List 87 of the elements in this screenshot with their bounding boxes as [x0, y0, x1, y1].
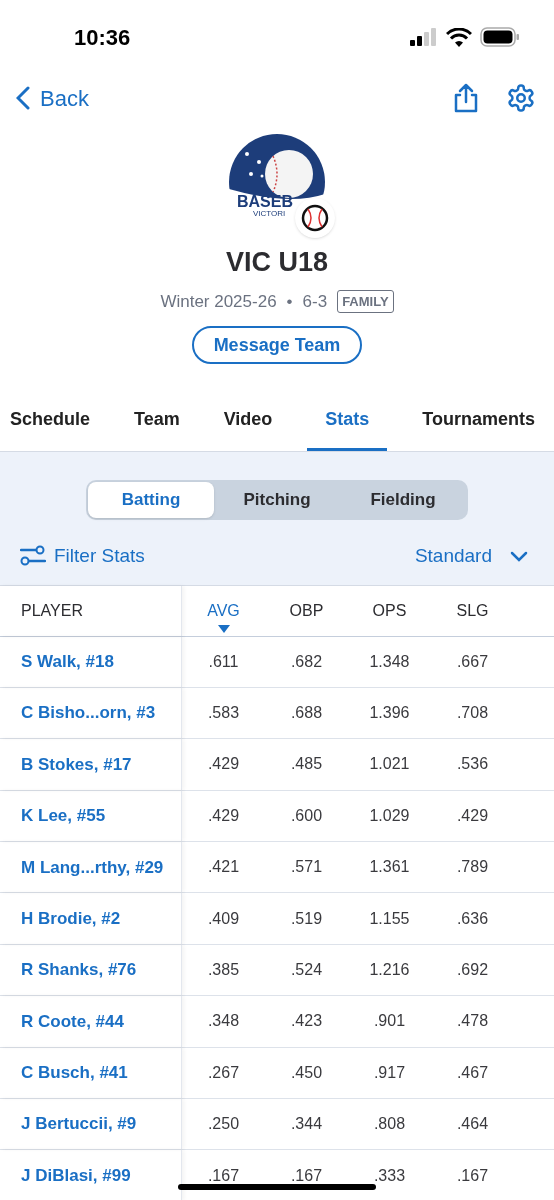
- stat-value: .348: [207, 1011, 240, 1032]
- status-time: 10:36: [74, 23, 131, 52]
- column-header[interactable]: OBP: [289, 588, 324, 623]
- stat-value: 1.396: [369, 703, 410, 724]
- settings-icon[interactable]: [506, 83, 536, 113]
- stat-value: .789: [456, 857, 489, 878]
- player-link[interactable]: H Brodie, #2: [21, 905, 121, 932]
- segment[interactable]: Pitching: [214, 482, 340, 518]
- signal-icon: [410, 28, 438, 46]
- battery-icon: [480, 27, 520, 47]
- view-dropdown[interactable]: Standard: [414, 542, 534, 571]
- tab[interactable]: Video: [214, 388, 282, 451]
- stat-value: 1.216: [369, 960, 410, 981]
- team-record: 6-3: [302, 290, 328, 313]
- player-link[interactable]: K Lee, #55: [21, 803, 106, 829]
- stat-value: .692: [456, 960, 489, 981]
- stat-value: .467: [456, 1062, 489, 1083]
- stat-value: 1.348: [369, 651, 410, 672]
- player-link[interactable]: J Bertuccii, #9: [21, 1111, 137, 1137]
- stat-value: .536: [456, 754, 489, 775]
- segment[interactable]: Batting: [88, 482, 214, 518]
- stat-value: .485: [290, 754, 323, 775]
- stat-value: .167: [207, 1165, 240, 1186]
- tab[interactable]: Schedule: [0, 388, 100, 451]
- stat-value: .688: [290, 703, 323, 724]
- stat-value: .667: [456, 651, 489, 672]
- stat-value: .600: [290, 805, 323, 826]
- chevron-down-icon: [510, 550, 528, 562]
- chevron-left-icon: [16, 86, 30, 110]
- segment[interactable]: Fielding: [340, 482, 466, 518]
- stat-value: .385: [207, 960, 240, 981]
- wifi-icon: [446, 27, 472, 47]
- stat-value: 1.029: [369, 805, 410, 826]
- stat-value: .409: [207, 908, 240, 929]
- filter-stats-button[interactable]: Filter Stats: [20, 542, 145, 571]
- player-link[interactable]: S Walk, #18: [21, 648, 114, 675]
- stat-value: .267: [207, 1062, 240, 1083]
- stat-value: .519: [290, 908, 323, 929]
- separator-dot: •: [286, 290, 293, 313]
- stat-value: .333: [373, 1165, 406, 1186]
- stat-value: .917: [373, 1062, 406, 1083]
- player-link[interactable]: R Shanks, #76: [21, 957, 137, 983]
- stat-value: .901: [373, 1011, 406, 1032]
- stat-value: .344: [290, 1114, 323, 1135]
- player-link[interactable]: J DiBlasi, #99: [21, 1162, 131, 1189]
- stat-value: .429: [456, 805, 489, 826]
- column-header[interactable]: OPS: [372, 588, 407, 623]
- column-header[interactable]: SLG: [456, 588, 489, 623]
- stat-value: .636: [456, 908, 489, 929]
- stat-value: .611: [208, 651, 239, 672]
- player-link[interactable]: R Coote, #44: [21, 1008, 124, 1035]
- stat-value: .167: [456, 1165, 489, 1186]
- stat-value: .250: [207, 1114, 240, 1135]
- back-button[interactable]: Back: [16, 81, 89, 115]
- team-name: VIC U18: [225, 246, 328, 279]
- stat-value: .524: [290, 960, 323, 981]
- baseball-icon: [301, 204, 329, 232]
- season-label: Winter 2025-26: [160, 290, 277, 313]
- stat-value: .708: [456, 703, 489, 724]
- logo-subtext: VICTORI: [253, 210, 287, 218]
- stat-value: 1.361: [369, 857, 410, 878]
- stat-value: .429: [207, 805, 240, 826]
- stat-value: .571: [290, 857, 323, 878]
- stat-value: .478: [456, 1011, 489, 1032]
- stat-value: .423: [290, 1011, 323, 1032]
- stat-value: 1.021: [369, 754, 410, 775]
- player-link[interactable]: C Bisho...orn, #3: [21, 700, 156, 726]
- family-badge: FAMILY: [337, 289, 394, 313]
- column-header[interactable]: AVG: [207, 588, 240, 623]
- stat-value: .808: [373, 1114, 406, 1135]
- stat-value: .682: [290, 651, 323, 672]
- player-link[interactable]: M Lang...rthy, #29: [21, 854, 164, 880]
- share-icon[interactable]: [452, 83, 480, 113]
- player-link[interactable]: C Busch, #41: [21, 1060, 128, 1086]
- column-header[interactable]: PLAYER: [21, 598, 83, 623]
- stat-value: .464: [456, 1114, 489, 1135]
- stat-value: .167: [290, 1165, 323, 1186]
- stat-value: .583: [207, 703, 240, 724]
- stat-value: 1.155: [369, 908, 410, 929]
- stat-value: .429: [207, 754, 240, 775]
- stat-value: .450: [290, 1062, 323, 1083]
- tab[interactable]: Tournaments: [413, 388, 544, 451]
- player-link[interactable]: B Stokes, #17: [21, 751, 132, 778]
- stat-value: .421: [207, 857, 240, 878]
- tab[interactable]: Team: [125, 388, 189, 451]
- message-team-button[interactable]: Message Team: [191, 326, 363, 364]
- sliders-icon: [20, 545, 46, 568]
